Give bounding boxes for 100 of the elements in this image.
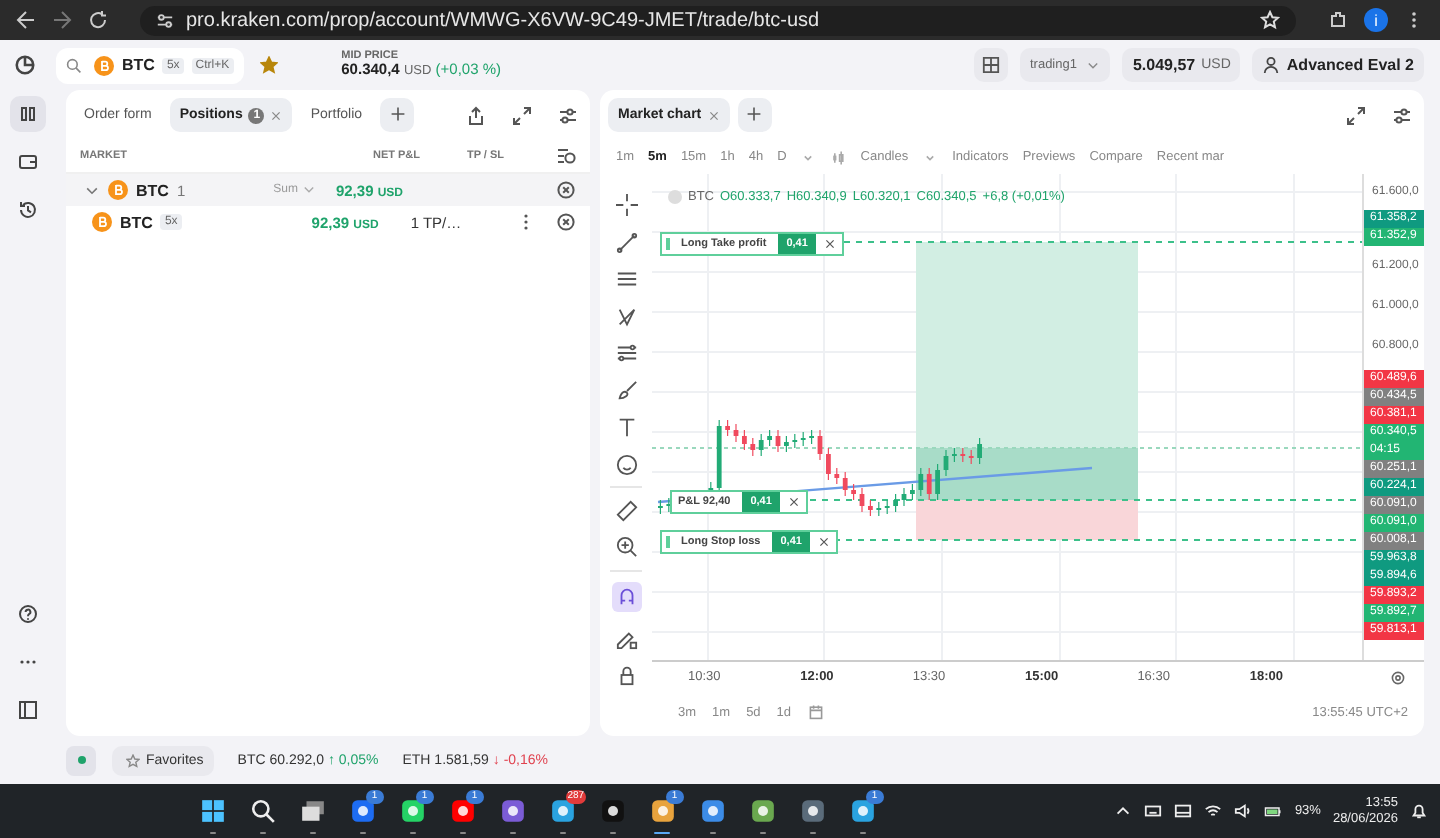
chevron-icon[interactable] (84, 182, 100, 198)
app-icon[interactable] (799, 798, 826, 824)
share-icon[interactable] (466, 105, 486, 125)
add-tab-button[interactable] (737, 98, 772, 132)
lines-icon[interactable] (615, 268, 637, 290)
candle (775, 429, 781, 453)
app-icon[interactable] (499, 798, 526, 824)
app-icon[interactable] (599, 798, 626, 824)
battery-icon[interactable] (1264, 802, 1283, 820)
keyboard-icon[interactable] (1144, 802, 1163, 820)
bookmark-star-icon[interactable] (1260, 10, 1280, 30)
app-icon[interactable] (649, 798, 676, 824)
axis-settings-icon[interactable] (1390, 669, 1406, 685)
fib-icon[interactable] (615, 342, 637, 364)
user-icon (1262, 56, 1281, 74)
brush-icon[interactable] (615, 379, 637, 401)
close-icon[interactable] (707, 109, 720, 121)
crosshair-icon[interactable] (615, 194, 637, 216)
close-icon[interactable] (823, 238, 836, 250)
lock-icon[interactable] (615, 664, 637, 686)
wifi-icon[interactable] (1204, 802, 1223, 820)
candle (952, 447, 957, 463)
candle (859, 487, 865, 513)
chevron-down-icon (301, 182, 316, 197)
kebab-menu-icon[interactable] (522, 212, 530, 232)
candle (725, 419, 730, 437)
app-icon[interactable] (449, 798, 476, 824)
candle (733, 423, 739, 443)
plus-icon (389, 105, 406, 121)
candle (742, 429, 747, 451)
magnet-icon[interactable] (611, 582, 641, 612)
chevron-up-icon[interactable] (1114, 802, 1133, 820)
notification-bell-icon[interactable] (1410, 802, 1428, 820)
layout-button[interactable] (973, 48, 1008, 82)
close-icon[interactable] (787, 496, 800, 508)
reload-icon[interactable] (88, 10, 108, 30)
task-view-icon[interactable] (299, 798, 326, 824)
help-icon (18, 604, 38, 624)
app-icon[interactable] (349, 798, 376, 824)
sidebar-icon (18, 700, 38, 720)
candle (767, 429, 772, 447)
app-icon[interactable] (849, 798, 876, 824)
market-symbol: BTC (120, 213, 153, 231)
ruler-icon[interactable] (615, 499, 637, 521)
history-icon (18, 200, 38, 220)
candle (851, 483, 856, 501)
search-icon (66, 57, 82, 73)
calendar-icon[interactable] (807, 704, 824, 720)
profile-button[interactable]: Advanced Eval 2 (1252, 48, 1424, 82)
candle (809, 429, 814, 445)
candle (910, 483, 915, 501)
settings-icon[interactable] (1392, 105, 1412, 125)
close-all-icon[interactable] (556, 146, 576, 166)
close-position-icon[interactable] (556, 180, 576, 200)
site-settings-icon[interactable] (156, 11, 174, 29)
windows-start-icon[interactable] (199, 798, 226, 824)
plus-icon (746, 105, 763, 121)
candle (935, 463, 940, 501)
close-icon[interactable] (817, 536, 830, 548)
close-icon[interactable] (270, 109, 283, 121)
text-icon[interactable] (615, 416, 637, 438)
bitcoin-icon (94, 55, 114, 75)
settings-icon[interactable] (558, 105, 578, 125)
candle (784, 435, 789, 453)
app-icon[interactable] (749, 798, 776, 824)
candle (943, 449, 949, 477)
candle (901, 487, 907, 507)
app-icon[interactable] (399, 798, 426, 824)
connection-status-button[interactable] (66, 745, 96, 775)
candle (977, 437, 982, 465)
emoji-icon[interactable] (615, 453, 637, 475)
candle (826, 447, 831, 481)
pattern-icon[interactable] (615, 305, 637, 327)
trade-view-button[interactable] (10, 96, 46, 132)
extensions-icon[interactable] (1328, 10, 1348, 30)
favorite-star-icon[interactable] (259, 56, 278, 74)
logo-icon[interactable] (14, 54, 36, 76)
tablet-icon[interactable] (1174, 802, 1193, 820)
zoom-icon[interactable] (615, 536, 637, 558)
back-icon[interactable] (16, 10, 36, 30)
candle (868, 499, 873, 517)
search-icon[interactable] (249, 798, 276, 824)
app-icon[interactable] (549, 798, 576, 824)
app-icon[interactable] (699, 798, 726, 824)
expand-icon[interactable] (512, 105, 532, 125)
profile-avatar[interactable]: i (1364, 8, 1388, 32)
line-icon[interactable] (615, 231, 637, 253)
candle (893, 493, 898, 513)
expand-icon[interactable] (1346, 105, 1366, 125)
star-icon (126, 753, 140, 767)
candle (817, 429, 823, 461)
wallet-icon (18, 152, 38, 172)
bitcoin-icon (108, 180, 128, 200)
candle (658, 499, 663, 515)
add-tab-button[interactable] (380, 98, 415, 132)
volume-icon[interactable] (1234, 802, 1253, 820)
pencil-icon[interactable] (615, 627, 637, 649)
close-position-icon[interactable] (556, 212, 576, 232)
address-bar[interactable]: pro.kraken.com/prop/account/WMWG-X6VW-9C49-JMET/trade/btc-usd (140, 5, 1296, 35)
forward-icon[interactable] (52, 10, 72, 30)
